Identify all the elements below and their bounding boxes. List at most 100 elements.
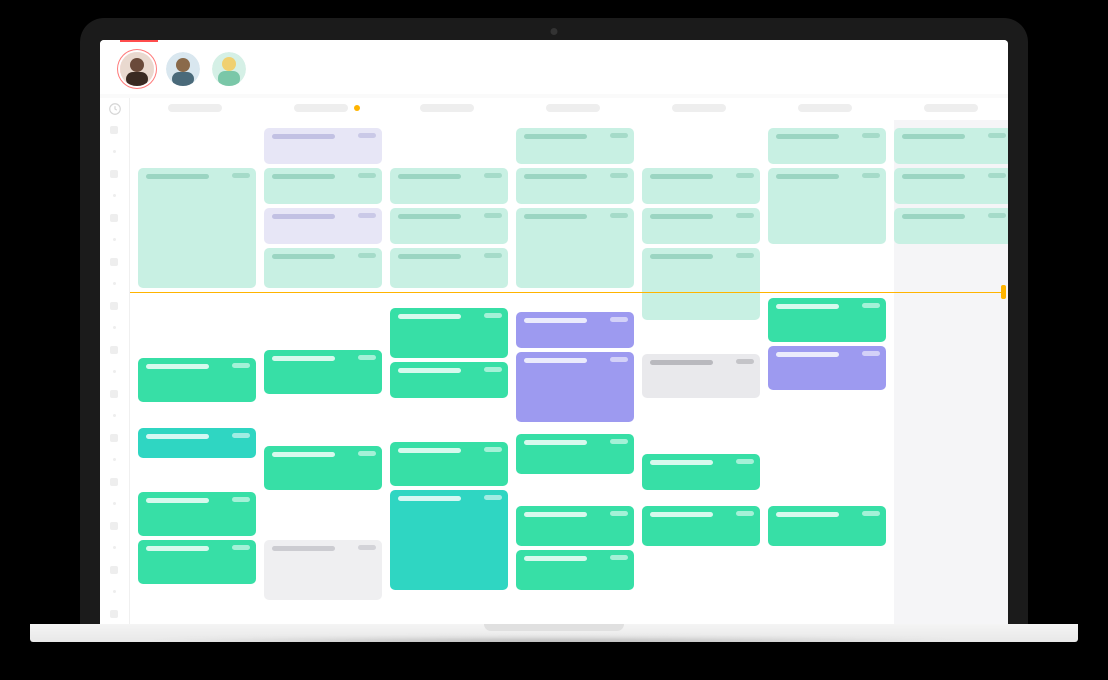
calendar-event[interactable]: [390, 308, 508, 358]
calendar-event[interactable]: [516, 208, 634, 288]
day-header[interactable]: [420, 104, 474, 112]
event-title: [650, 214, 713, 219]
event-time-chip: [610, 511, 628, 516]
event-time-chip: [358, 213, 376, 218]
calendar-event[interactable]: [516, 128, 634, 164]
event-time-chip: [610, 317, 628, 322]
event-time-chip: [484, 367, 502, 372]
event-time-chip: [232, 497, 250, 502]
calendar-event[interactable]: [642, 354, 760, 398]
avatar-person-1[interactable]: [120, 52, 154, 86]
avatar-person-2[interactable]: [166, 52, 200, 86]
calendar-event[interactable]: [390, 208, 508, 244]
event-time-chip: [484, 173, 502, 178]
event-time-chip: [610, 213, 628, 218]
calendar-event[interactable]: [138, 358, 256, 402]
half-hour-dot: [113, 458, 116, 461]
calendar-event[interactable]: [264, 446, 382, 490]
calendar-grid[interactable]: [130, 98, 1008, 626]
calendar-event[interactable]: [390, 168, 508, 204]
event-title: [398, 174, 461, 179]
half-hour-dot: [113, 502, 116, 505]
calendar-event[interactable]: [642, 506, 760, 546]
event-title: [524, 134, 587, 139]
calendar-event[interactable]: [768, 298, 886, 342]
laptop-base: [30, 624, 1078, 642]
event-time-chip: [862, 351, 880, 356]
event-time-chip: [862, 303, 880, 308]
calendar-event[interactable]: [264, 248, 382, 288]
event-title: [524, 214, 587, 219]
event-time-chip: [736, 213, 754, 218]
hour-mark: [110, 126, 118, 134]
calendar-event[interactable]: [264, 208, 382, 244]
calendar-event[interactable]: [390, 490, 508, 590]
event-title: [524, 174, 587, 179]
calendar-event[interactable]: [768, 168, 886, 244]
calendar-event[interactable]: [642, 248, 760, 320]
calendar-event[interactable]: [390, 362, 508, 398]
hour-mark: [110, 390, 118, 398]
day-header[interactable]: [294, 104, 348, 112]
event-title: [650, 360, 713, 365]
current-time-handle[interactable]: [1001, 285, 1006, 299]
event-title: [272, 356, 335, 361]
calendar-event[interactable]: [264, 540, 382, 600]
calendar-event[interactable]: [516, 168, 634, 204]
calendar-event[interactable]: [768, 506, 886, 546]
calendar-event[interactable]: [768, 128, 886, 164]
event-time-chip: [232, 173, 250, 178]
event-title: [650, 512, 713, 517]
calendar-event[interactable]: [894, 128, 1008, 164]
day-header[interactable]: [672, 104, 726, 112]
half-hour-dot: [113, 590, 116, 593]
calendar-event[interactable]: [138, 492, 256, 536]
hour-mark: [110, 258, 118, 266]
app-screen: [100, 40, 1008, 626]
calendar-event[interactable]: [264, 128, 382, 164]
calendar-event[interactable]: [768, 346, 886, 390]
event-time-chip: [736, 359, 754, 364]
event-title: [776, 512, 839, 517]
calendar-event[interactable]: [516, 352, 634, 422]
calendar-event[interactable]: [390, 248, 508, 288]
calendar-event[interactable]: [642, 454, 760, 490]
hour-mark: [110, 214, 118, 222]
event-time-chip: [736, 459, 754, 464]
event-time-chip: [232, 545, 250, 550]
calendar-event[interactable]: [138, 540, 256, 584]
event-time-chip: [610, 555, 628, 560]
calendar-event[interactable]: [390, 442, 508, 486]
calendar-event[interactable]: [138, 428, 256, 458]
event-time-chip: [358, 545, 376, 550]
avatar-person-3[interactable]: [212, 52, 246, 86]
calendar-event[interactable]: [894, 168, 1008, 204]
calendar-event[interactable]: [516, 434, 634, 474]
event-title: [398, 314, 461, 319]
day-header[interactable]: [798, 104, 852, 112]
laptop-notch: [484, 624, 624, 631]
calendar-event[interactable]: [516, 506, 634, 546]
calendar-event[interactable]: [516, 312, 634, 348]
event-title: [146, 364, 209, 369]
calendar-event[interactable]: [642, 208, 760, 244]
calendar-event[interactable]: [264, 350, 382, 394]
day-header[interactable]: [546, 104, 600, 112]
hour-mark: [110, 170, 118, 178]
calendar-event[interactable]: [264, 168, 382, 204]
event-time-chip: [988, 173, 1006, 178]
event-time-chip: [484, 253, 502, 258]
day-header[interactable]: [924, 104, 978, 112]
event-title: [146, 498, 209, 503]
hour-mark: [110, 434, 118, 442]
event-title: [902, 134, 965, 139]
half-hour-dot: [113, 414, 116, 417]
calendar-event[interactable]: [894, 208, 1008, 244]
calendar-event[interactable]: [516, 550, 634, 590]
day-header[interactable]: [168, 104, 222, 112]
calendar-event[interactable]: [642, 168, 760, 204]
people-picker: [100, 40, 1008, 94]
event-title: [398, 496, 461, 501]
half-hour-dot: [113, 282, 116, 285]
calendar-event[interactable]: [138, 168, 256, 288]
